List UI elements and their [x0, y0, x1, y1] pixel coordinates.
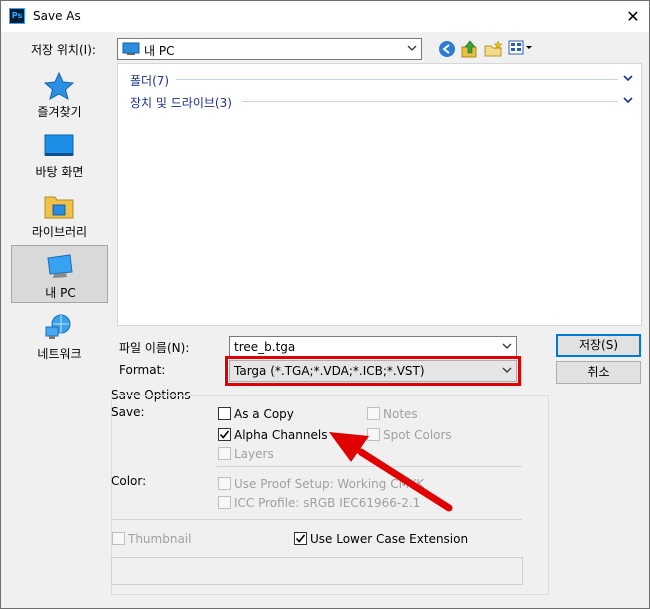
photoshop-icon: Ps: [9, 8, 25, 24]
title-bar: Ps Save As ✕: [1, 1, 649, 32]
place-network[interactable]: 네트워크: [11, 307, 108, 365]
group-divider: [176, 79, 618, 80]
location-label: 저장 위치(I):: [31, 43, 96, 57]
alpha-channels-label: Alpha Channels: [234, 428, 328, 442]
new-folder-icon[interactable]: [484, 40, 504, 58]
thumbnail-checkbox[interactable]: [112, 532, 125, 545]
location-value: 내 PC: [144, 44, 175, 58]
file-list[interactable]: 폴더(7) 장치 및 드라이브(3): [117, 63, 642, 326]
format-label: Format:: [119, 363, 166, 377]
place-this-pc[interactable]: 내 PC: [11, 245, 108, 303]
back-icon[interactable]: [438, 40, 456, 58]
place-label: 즐겨찾기: [37, 105, 82, 119]
location-combo[interactable]: 내 PC: [117, 38, 422, 60]
save-as-dialog: Ps Save As ✕ 저장 위치(I): 내 PC 즐겨찾기 바탕 화면 라…: [0, 0, 650, 609]
library-icon: [44, 196, 74, 219]
place-label: 라이브러리: [31, 225, 88, 239]
annotation-arrow-icon: [329, 432, 453, 512]
filename-value: tree_b.tga: [234, 340, 296, 354]
alpha-channels-checkbox[interactable]: [218, 428, 231, 441]
save-button[interactable]: 저장(S): [556, 334, 641, 357]
place-label: 바탕 화면: [35, 165, 84, 179]
window-title: Save As: [33, 9, 81, 23]
format-highlight-box: [225, 356, 521, 386]
thumbnail-label: Thumbnail: [128, 532, 192, 546]
place-libraries[interactable]: 라이브러리: [11, 185, 108, 243]
group-divider: [242, 101, 618, 102]
filename-label: 파일 이름(N):: [119, 341, 190, 355]
options-divider: [111, 519, 522, 520]
icc-profile-checkbox[interactable]: [218, 496, 231, 509]
save-label: Save:: [111, 405, 145, 419]
layers-checkbox[interactable]: [218, 447, 231, 460]
lower-case-label: Use Lower Case Extension: [310, 532, 469, 546]
star-icon: [43, 71, 75, 101]
lower-case-checkbox[interactable]: [294, 532, 307, 545]
place-label: 네트워크: [37, 347, 82, 361]
chevron-down-icon[interactable]: [623, 75, 633, 83]
chevron-down-icon[interactable]: [623, 97, 633, 105]
color-label: Color:: [111, 474, 147, 488]
place-desktop[interactable]: 바탕 화면: [11, 125, 108, 183]
checkmark-icon: [295, 534, 306, 543]
chevron-down-icon: [407, 45, 417, 51]
chevron-down-icon: [502, 343, 512, 349]
place-label: 내 PC: [45, 286, 76, 300]
layers-label: Layers: [234, 447, 274, 461]
group-folders[interactable]: 폴더(7): [130, 72, 169, 89]
cancel-button[interactable]: 취소: [556, 361, 641, 384]
places-bar: 즐겨찾기 바탕 화면 라이브러리 내 PC 네트워크: [9, 63, 110, 361]
warning-area: [111, 557, 523, 585]
use-proof-checkbox[interactable]: [218, 477, 231, 490]
notes-label: Notes: [383, 407, 418, 421]
desktop-icon: [44, 134, 74, 156]
filename-input[interactable]: tree_b.tga: [229, 336, 517, 358]
notes-checkbox[interactable]: [367, 407, 380, 420]
group-drives[interactable]: 장치 및 드라이브(3): [130, 94, 232, 111]
network-icon: [45, 314, 71, 339]
up-folder-icon[interactable]: [461, 39, 479, 59]
close-icon[interactable]: ✕: [617, 1, 649, 32]
as-copy-label: As a Copy: [234, 407, 294, 421]
checkmark-icon: [219, 430, 230, 439]
place-favorites[interactable]: 즐겨찾기: [11, 65, 108, 123]
view-menu-icon[interactable]: [508, 40, 534, 56]
computer-icon: [122, 42, 140, 55]
computer-icon: [47, 254, 73, 278]
as-copy-checkbox[interactable]: [218, 407, 231, 420]
